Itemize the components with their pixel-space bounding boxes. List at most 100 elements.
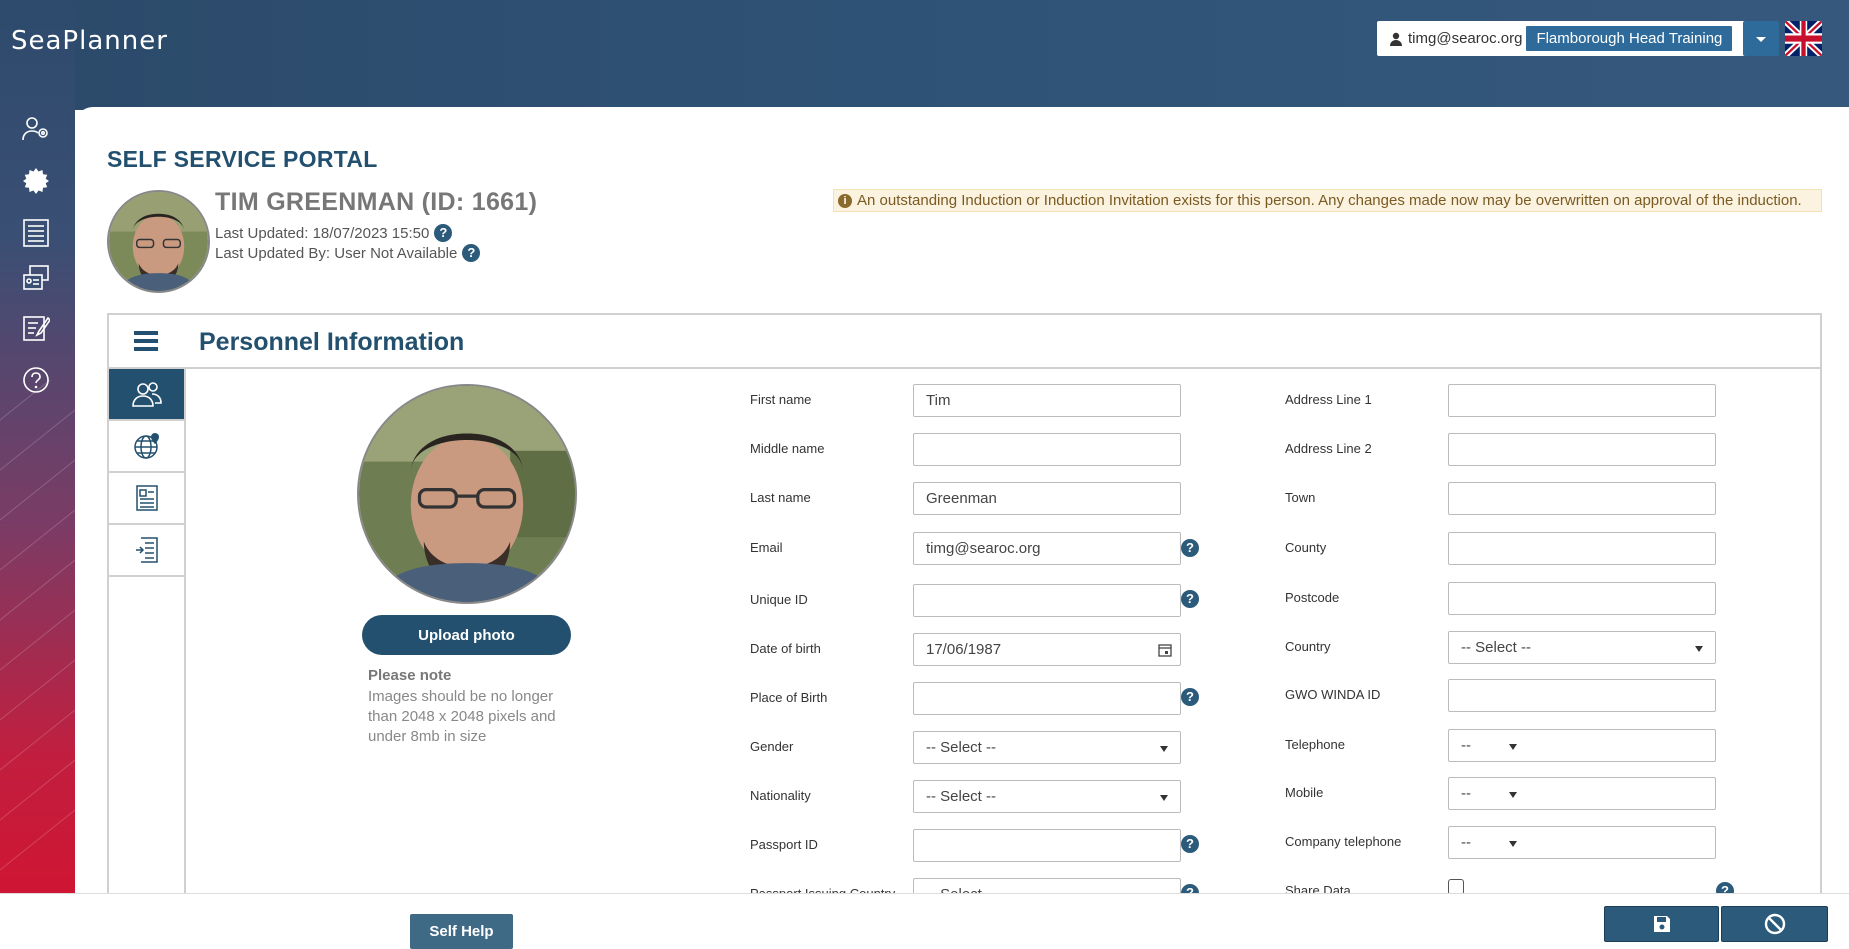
address-line-1-label: Address Line 1 [1285,392,1372,407]
date-of-birth-label: Date of birth [750,641,821,656]
note-text: Images should be no longer than 2048 x 2… [368,688,556,745]
self-help-button[interactable]: Self Help [410,914,513,949]
unique-id-label: Unique ID [750,592,808,607]
decorative-lines [0,380,75,871]
upload-photo-button[interactable]: Upload photo [362,615,571,655]
mobile-country-code[interactable]: -- [1461,785,1471,802]
address-line-2-input[interactable] [1448,433,1716,466]
user-icon [1390,32,1402,46]
tab-checklist[interactable] [109,525,184,577]
last-name-input[interactable]: Greenman [913,482,1181,515]
cancel-button[interactable] [1721,906,1828,942]
last-updated-by: Last Updated By: User Not Available ? [215,244,481,262]
country-label: Country [1285,639,1331,654]
nationality-select[interactable]: -- Select -- [913,780,1181,813]
middle-name-input[interactable] [913,433,1181,466]
last-updated: Last Updated: 18/07/2023 15:50 ? [215,224,453,242]
email-label: Email [750,540,783,555]
document-list-icon[interactable] [22,219,50,247]
panel-title: Personnel Information [199,328,465,356]
postcode-label: Postcode [1285,590,1340,605]
warning-text: An outstanding Induction or Induction In… [857,192,1802,209]
organisation-badge[interactable]: Flamborough Head Training [1526,26,1733,51]
first-name-input[interactable]: Tim [913,384,1181,417]
help-icon[interactable]: ? [462,244,481,262]
last-name-label: Last name [750,490,811,505]
middle-name-label: Middle name [750,441,825,456]
telephone-label: Telephone [1285,737,1345,752]
mobile-label: Mobile [1285,785,1324,800]
badge-icon[interactable] [22,167,50,195]
town-label: Town [1285,490,1316,505]
place-of-birth-input[interactable] [913,682,1181,715]
chevron-down-icon [1509,744,1517,750]
gender-select[interactable]: -- Select -- [913,731,1181,764]
date-of-birth-value: 17/06/1987 [926,641,1002,658]
email-help-icon[interactable]: ? [1181,539,1199,557]
county-label: County [1285,540,1327,555]
unique-id-help-icon[interactable]: ? [1181,590,1199,608]
help-icon[interactable] [22,366,50,394]
people-icon [131,382,162,407]
town-input[interactable] [1448,482,1716,515]
county-input[interactable] [1448,532,1716,565]
email-field[interactable]: timg@searoc.org [913,532,1181,565]
hamburger-menu-icon[interactable] [134,331,158,351]
tab-location[interactable] [109,421,184,473]
avatar [107,190,210,293]
save-icon [1653,916,1670,932]
sidebar-background [0,0,75,949]
passport-id-input[interactable] [913,829,1181,862]
panel-header: Personnel Information [109,315,1820,369]
tab-documents[interactable] [109,473,184,525]
calendar-icon[interactable] [1158,643,1172,657]
telephone-input[interactable]: -- [1448,729,1716,762]
person-name: TIM GREENMAN (ID: 1661) [215,188,538,216]
save-button[interactable] [1604,906,1719,942]
postcode-input[interactable] [1448,582,1716,615]
document-icon [135,485,158,511]
info-icon: i [838,193,852,208]
note-title: Please note [368,667,452,684]
last-updated-by-text: Last Updated By: User Not Available [215,244,458,262]
chevron-down-icon [1509,792,1517,798]
edit-form-icon[interactable] [22,314,50,342]
app-logo[interactable]: SeaPlanner [11,26,168,56]
telephone-country-code[interactable]: -- [1461,737,1471,754]
gender-label: Gender [750,739,794,754]
gwo-winda-id-label: GWO WINDA ID [1285,687,1381,702]
cancel-icon [1764,913,1785,935]
panel-tabs [109,369,186,929]
page-title: SELF SERVICE PORTAL [107,146,378,172]
company-telephone-label: Company telephone [1285,834,1402,849]
uk-flag-icon[interactable] [1785,21,1822,56]
user-email: timg@searoc.org [1408,30,1523,47]
unique-id-input[interactable] [913,584,1181,617]
account-dropdown-button[interactable] [1743,21,1779,56]
tab-personnel[interactable] [109,369,184,421]
date-of-birth-input[interactable]: 17/06/1987 [913,633,1181,666]
country-select[interactable]: -- Select -- [1448,631,1716,664]
profile-photo [357,384,577,604]
company-telephone-country-code[interactable]: -- [1461,834,1471,851]
induction-warning: i An outstanding Induction or Induction … [833,189,1822,212]
passport-id-label: Passport ID [750,837,818,852]
company-telephone-input[interactable]: -- [1448,826,1716,859]
id-cards-icon[interactable] [22,264,50,292]
chevron-down-icon [1509,841,1517,847]
globe-location-icon [133,433,159,459]
gwo-winda-id-input[interactable] [1448,679,1716,712]
passport-id-help-icon[interactable]: ? [1181,835,1199,853]
mobile-input[interactable]: -- [1448,777,1716,810]
place-of-birth-help-icon[interactable]: ? [1181,688,1199,706]
checklist-icon [135,537,158,563]
footer-bar [0,893,1849,949]
help-icon[interactable]: ? [434,224,453,242]
place-of-birth-label: Place of Birth [750,690,828,705]
personnel-settings-icon[interactable] [22,114,50,142]
account-selector[interactable]: timg@searoc.org Flamborough Head Trainin… [1377,21,1772,56]
address-line-1-input[interactable] [1448,384,1716,417]
last-updated-text: Last Updated: 18/07/2023 15:50 [215,224,430,242]
address-line-2-label: Address Line 2 [1285,441,1372,456]
first-name-label: First name [750,392,812,407]
